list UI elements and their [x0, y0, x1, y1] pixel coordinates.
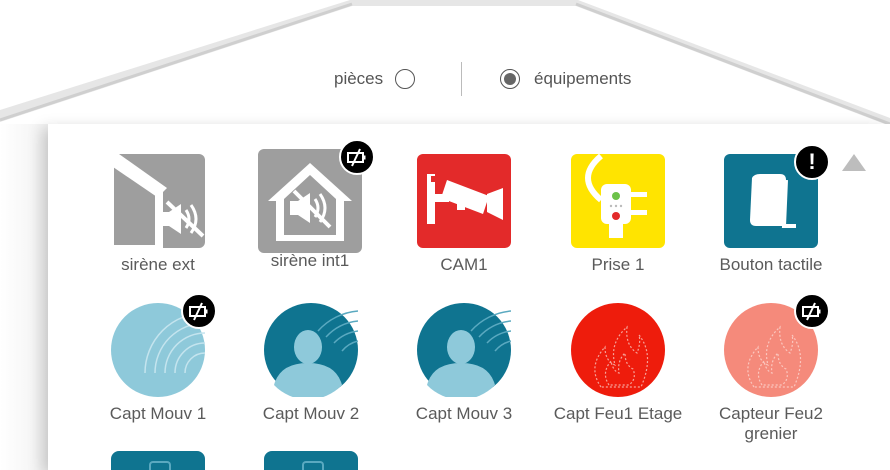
- device-label: Capt Feu1 Etage: [553, 404, 683, 423]
- device-tile-prise1[interactable]: Prise 1: [548, 154, 688, 275]
- rooms-label: pièces: [334, 69, 384, 88]
- rooms-radio[interactable]: [395, 69, 416, 89]
- motion-sensor-person-icon: [264, 303, 358, 397]
- device-tile-siren-int1[interactable]: sirène int1: [240, 139, 380, 271]
- battery-off-icon: [794, 293, 830, 329]
- fire-sensor-icon: [724, 293, 830, 397]
- device-label: CAM1: [440, 255, 488, 274]
- device-tile-partial[interactable]: [111, 451, 205, 470]
- rooms-option[interactable]: pièces: [334, 62, 416, 96]
- device-label: Capt Mouv 2: [262, 404, 360, 423]
- fire-sensor-icon: [571, 303, 665, 397]
- device-tile-capt-mouv-1[interactable]: Capt Mouv 1: [88, 293, 228, 424]
- smart-plug-icon: [571, 154, 665, 248]
- outdoor-siren-icon: [111, 154, 205, 248]
- device-tile-cam1[interactable]: CAM1: [394, 154, 534, 275]
- device-tile-capt-mouv-3[interactable]: Capt Mouv 3: [394, 303, 534, 424]
- device-tile-partial[interactable]: [264, 451, 358, 470]
- device-label: Capteur Feu2 grenier: [719, 404, 823, 443]
- device-label: sirène int1: [270, 251, 350, 270]
- device-tile-capt-feu1[interactable]: Capt Feu1 Etage: [548, 303, 688, 424]
- view-toggle: pièces équipements: [0, 62, 890, 96]
- battery-off-icon: [339, 139, 375, 175]
- toggle-divider: [461, 62, 462, 96]
- device-tile-siren-ext[interactable]: sirène ext: [88, 154, 228, 275]
- device-tile-bouton-tactile[interactable]: ! Bouton tactile: [701, 144, 841, 275]
- devices-label: équipements: [534, 69, 632, 88]
- device-tile-capt-mouv-2[interactable]: Capt Mouv 2: [241, 303, 381, 424]
- device-tile-capteur-feu2[interactable]: Capteur Feu2 grenier: [701, 293, 841, 444]
- device-label: Capt Mouv 1: [109, 404, 207, 423]
- motion-sensor-person-icon: [417, 303, 511, 397]
- camera-icon: [417, 154, 511, 248]
- devices-option[interactable]: équipements: [500, 62, 631, 96]
- house-wall-shade: [0, 124, 48, 470]
- touch-button-icon: !: [724, 144, 830, 248]
- scroll-up-icon[interactable]: [842, 154, 866, 171]
- battery-off-icon: [181, 293, 217, 329]
- alert-icon: !: [794, 144, 830, 180]
- devices-radio[interactable]: [500, 69, 520, 89]
- device-label: Bouton tactile: [719, 255, 823, 274]
- device-label: Capt Mouv 3: [415, 404, 513, 423]
- device-label: sirène ext: [121, 255, 195, 274]
- device-label: Prise 1: [591, 255, 645, 274]
- motion-sensor-icon: [111, 293, 217, 397]
- indoor-siren-icon: [258, 139, 375, 253]
